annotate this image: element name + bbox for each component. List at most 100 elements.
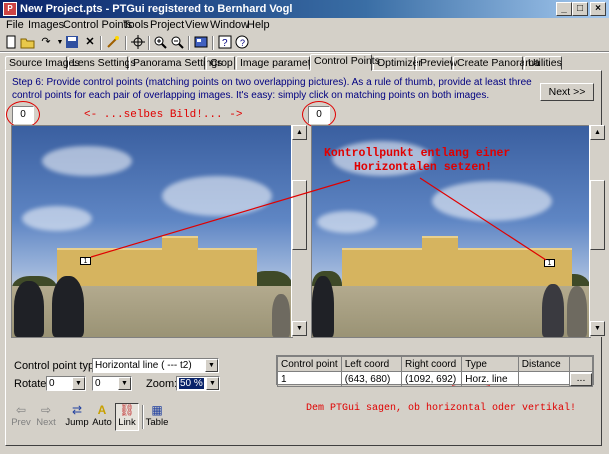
col-right-coord[interactable]: Right coord bbox=[401, 356, 463, 372]
tab-lens-settings[interactable]: Lens Settings bbox=[68, 56, 136, 70]
chevron-down-icon[interactable]: ▼ bbox=[206, 377, 219, 390]
about-icon[interactable]: ? bbox=[234, 35, 250, 50]
zoom-label: Zoom: bbox=[146, 378, 178, 390]
cp-details-button[interactable]: ... bbox=[570, 372, 592, 386]
new-icon[interactable] bbox=[3, 35, 19, 50]
arrow-right-icon: ⇨ bbox=[40, 403, 52, 417]
menu-file[interactable]: File bbox=[6, 19, 24, 31]
cp-type-label: Control point type: bbox=[14, 360, 104, 372]
panorama-editor-icon[interactable] bbox=[193, 35, 209, 50]
scroll-thumb[interactable] bbox=[292, 180, 307, 250]
scroll-up-arrow[interactable]: ▲ bbox=[590, 125, 605, 140]
crosshair-icon[interactable] bbox=[130, 35, 146, 50]
save-icon[interactable] bbox=[64, 35, 80, 50]
table-label: Table bbox=[145, 417, 169, 428]
prev-button[interactable]: ⇦ Prev bbox=[9, 404, 33, 429]
tab-image-parameters[interactable]: Image parameters bbox=[236, 56, 325, 70]
menu-project[interactable]: Project bbox=[150, 19, 184, 31]
wand-icon[interactable] bbox=[105, 35, 121, 50]
zoom-out-icon[interactable] bbox=[169, 35, 185, 50]
rotate-value-1: 0 bbox=[49, 378, 55, 389]
cell-left: (643, 680) bbox=[340, 371, 403, 387]
annotation-horizon-note: Kontrollpunkt entlang einer Horizontalen… bbox=[324, 147, 510, 175]
cell-type[interactable]: Horz. line bbox=[461, 371, 519, 387]
col-left-coord[interactable]: Left coord bbox=[340, 356, 403, 372]
annotation-ring-left bbox=[6, 101, 40, 128]
auto-label: Auto bbox=[92, 417, 112, 428]
menu-tools[interactable]: Tools bbox=[123, 19, 149, 31]
right-control-point-marker[interactable]: 1 bbox=[544, 259, 555, 267]
table-icon: ▦ bbox=[151, 403, 163, 417]
jump-button[interactable]: ⇄ Jump bbox=[65, 403, 89, 429]
table-row[interactable]: 1 (643, 680) (1092, 692) Horz. line ... bbox=[277, 371, 593, 387]
rotate-value-2: 0 bbox=[95, 378, 101, 389]
cell-right: (1092, 692) bbox=[401, 371, 463, 387]
link-icon: ⛓ bbox=[119, 403, 135, 417]
tab-preview[interactable]: Preview bbox=[416, 56, 457, 70]
link-label: Link bbox=[118, 417, 136, 428]
toolbar-separator bbox=[142, 405, 144, 429]
window-title: New Project.pts - PTGui registered to Be… bbox=[20, 3, 293, 15]
rotate-select-2[interactable]: 0 ▼ bbox=[92, 376, 132, 391]
chevron-down-icon[interactable]: ▼ bbox=[205, 359, 218, 372]
left-control-point-marker[interactable]: 1 bbox=[80, 257, 91, 265]
annotation-horizon-line2: Horizontalen setzen! bbox=[354, 161, 493, 174]
cp-table[interactable]: Control point Left coord Right coord Typ… bbox=[276, 355, 594, 387]
chevron-down-icon[interactable]: ▼ bbox=[72, 377, 85, 390]
zoom-select[interactable]: 50 % ▼ bbox=[176, 376, 220, 391]
annotation-horizon-line1: Kontrollpunkt entlang einer bbox=[324, 147, 511, 160]
tab-control-points[interactable]: Control Points bbox=[310, 54, 380, 71]
jump-label: Jump bbox=[65, 417, 89, 428]
toolbar-separator bbox=[125, 36, 127, 50]
link-button[interactable]: ⛓ Link bbox=[115, 403, 139, 431]
auto-button[interactable]: A Auto bbox=[90, 403, 114, 429]
close-window-button[interactable]: × bbox=[590, 2, 606, 16]
col-action bbox=[569, 356, 593, 372]
maximize-button[interactable]: □ bbox=[572, 2, 588, 16]
next-button[interactable]: Next >> bbox=[540, 83, 594, 101]
col-control-point[interactable]: Control point bbox=[277, 356, 342, 372]
next-cp-button[interactable]: ⇨ Next bbox=[34, 403, 58, 429]
toolbar-separator bbox=[188, 36, 190, 50]
cell-cp: 1 bbox=[277, 371, 342, 387]
left-scrollbar[interactable]: ▲ ▼ bbox=[291, 125, 307, 337]
help-icon[interactable]: ? bbox=[217, 35, 233, 50]
col-type[interactable]: Type bbox=[461, 356, 519, 372]
close-icon[interactable]: ✕ bbox=[82, 35, 98, 50]
cp-type-select[interactable]: Horizontal line ( --- t2) ▼ bbox=[92, 358, 219, 373]
chevron-down-icon[interactable]: ▼ bbox=[118, 377, 131, 390]
ptgui-app-icon[interactable]: P bbox=[3, 2, 17, 16]
auto-icon: A bbox=[97, 403, 107, 417]
zoom-in-icon[interactable] bbox=[152, 35, 168, 50]
menu-window[interactable]: Window bbox=[210, 19, 249, 31]
zoom-value: 50 % bbox=[179, 378, 204, 389]
table-button[interactable]: ▦ Table bbox=[145, 403, 169, 429]
minimize-button[interactable]: _ bbox=[556, 2, 572, 16]
open-icon[interactable] bbox=[20, 35, 36, 50]
right-scrollbar[interactable]: ▲ ▼ bbox=[589, 125, 605, 337]
tab-panorama-settings[interactable]: Panorama Settings bbox=[129, 56, 222, 70]
menu-control-points[interactable]: Control Points bbox=[63, 19, 132, 31]
tab-strip: Source Images Lens Settings Panorama Set… bbox=[5, 54, 605, 71]
tab-utilities[interactable]: Utilities bbox=[524, 56, 562, 70]
svg-text:?: ? bbox=[240, 38, 245, 48]
scroll-up-arrow[interactable]: ▲ bbox=[292, 125, 307, 140]
col-distance[interactable]: Distance bbox=[517, 356, 571, 372]
left-image-pane[interactable]: 1 bbox=[11, 125, 293, 338]
menu-images[interactable]: Images bbox=[28, 19, 64, 31]
toolbar-separator bbox=[148, 36, 150, 50]
scroll-down-arrow[interactable]: ▼ bbox=[590, 321, 605, 336]
jump-icon: ⇄ bbox=[71, 403, 83, 417]
tab-source-images[interactable]: Source Images bbox=[5, 56, 80, 70]
title-bar: P New Project.pts - PTGui registered to … bbox=[0, 0, 609, 18]
svg-text:?: ? bbox=[222, 38, 228, 49]
cp-type-value: Horizontal line ( --- t2) bbox=[95, 360, 192, 371]
tab-create-panorama[interactable]: Create Panorama bbox=[453, 56, 540, 70]
menu-help[interactable]: Help bbox=[247, 19, 270, 31]
scroll-down-arrow[interactable]: ▼ bbox=[292, 321, 307, 336]
menu-view[interactable]: View bbox=[185, 19, 209, 31]
scroll-thumb[interactable] bbox=[590, 180, 605, 250]
toolbar-separator bbox=[100, 36, 102, 50]
rotate-select-1[interactable]: 0 ▼ bbox=[46, 376, 86, 391]
tab-crop[interactable]: Crop bbox=[206, 56, 235, 70]
